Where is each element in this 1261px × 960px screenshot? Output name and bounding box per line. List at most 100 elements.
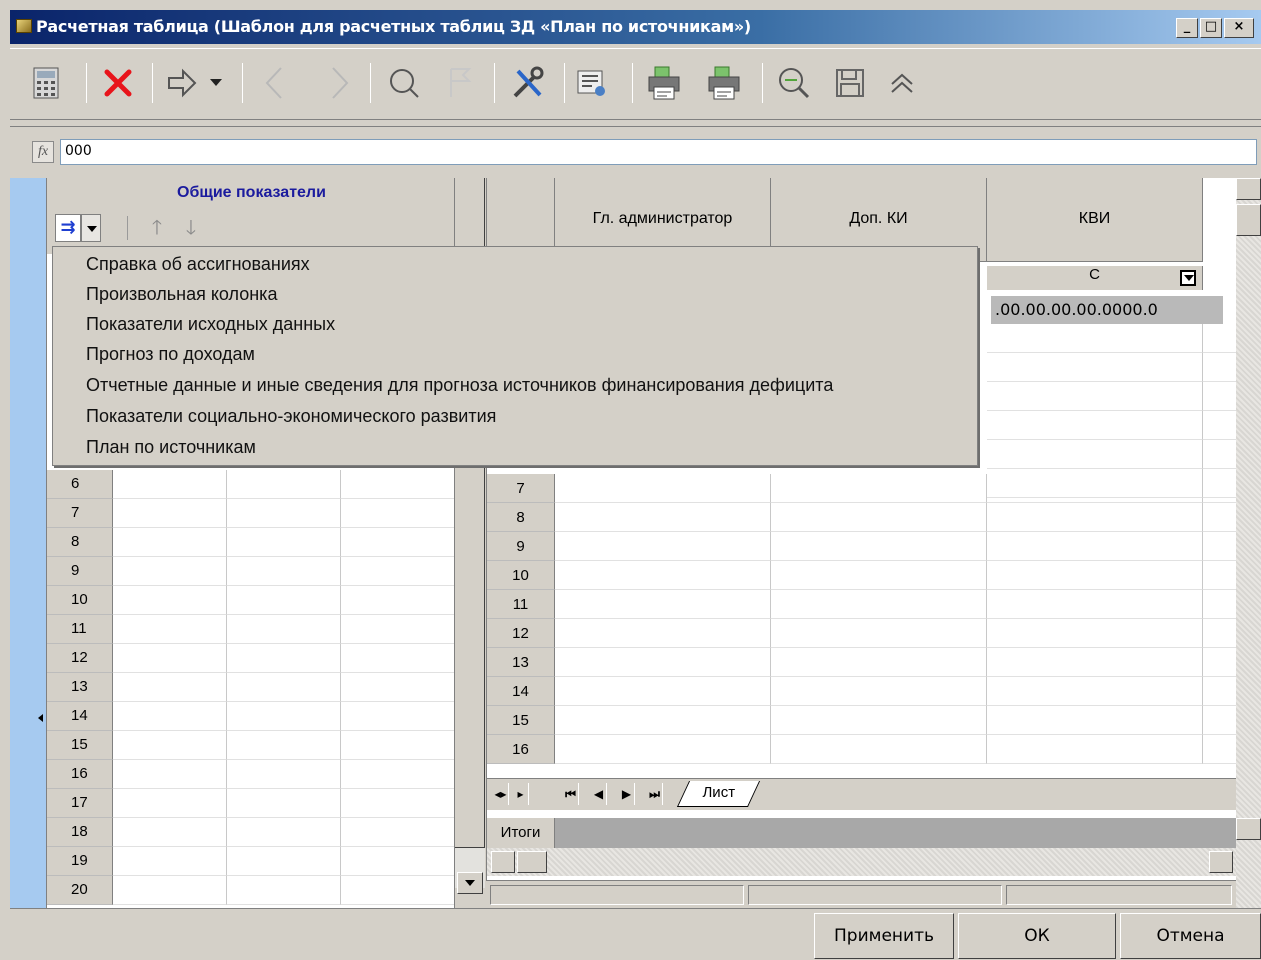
grid-cell[interactable] — [113, 876, 227, 905]
sheet-tab[interactable]: Лист — [676, 781, 760, 807]
grid-cell[interactable] — [771, 561, 987, 590]
grid-cell[interactable] — [987, 532, 1203, 561]
grid-cell[interactable] — [987, 677, 1203, 706]
prev-icon[interactable] — [252, 61, 296, 105]
add-column-button[interactable]: ⇉ — [55, 214, 81, 242]
grid-cell[interactable] — [1203, 503, 1237, 532]
next-icon[interactable] — [318, 61, 362, 105]
grid-cell[interactable] — [113, 760, 227, 789]
grid-cell[interactable] — [341, 789, 455, 818]
grid-cell[interactable] — [771, 590, 987, 619]
tools-icon[interactable] — [506, 61, 550, 105]
grid-cell[interactable] — [771, 735, 987, 764]
grid-cell[interactable] — [341, 702, 455, 731]
delete-icon[interactable] — [96, 61, 140, 105]
row-number[interactable]: 12 — [47, 644, 113, 673]
first-sheet-icon[interactable]: ⏮ — [563, 783, 579, 805]
grid-cell[interactable] — [771, 474, 987, 503]
row-number[interactable]: 11 — [47, 615, 113, 644]
last-sheet-icon[interactable]: ⏭ — [647, 783, 663, 805]
grid-cell[interactable] — [987, 590, 1203, 619]
column-subheader-c[interactable]: С — [987, 266, 1203, 290]
grid-cell[interactable] — [771, 619, 987, 648]
grid-cell[interactable] — [555, 735, 771, 764]
grid-cell[interactable] — [1203, 532, 1237, 561]
grid-cell[interactable] — [1203, 353, 1237, 382]
prev-sheet-icon[interactable]: ◀ — [591, 783, 607, 805]
scroll-thumb[interactable] — [517, 851, 547, 873]
right-vertical-scrollbar[interactable] — [1236, 178, 1261, 908]
grid-cell[interactable] — [227, 818, 341, 847]
scroll-up-button[interactable] — [1236, 178, 1261, 200]
grid-cell[interactable] — [227, 528, 341, 557]
grid-cell[interactable] — [341, 470, 455, 499]
grid-cell[interactable] — [987, 706, 1203, 735]
menu-item-source-plan[interactable]: План по источникам — [53, 432, 977, 462]
grid-cell[interactable] — [987, 324, 1203, 353]
row-number[interactable]: 14 — [487, 677, 555, 706]
grid-cell[interactable] — [1203, 677, 1237, 706]
grid-cell[interactable] — [227, 615, 341, 644]
row-number[interactable]: 10 — [487, 561, 555, 590]
menu-item-income-forecast[interactable]: Прогноз по доходам — [53, 339, 977, 369]
grid-cell[interactable] — [1203, 561, 1237, 590]
grid-cell[interactable] — [341, 557, 455, 586]
grid-cell[interactable] — [987, 382, 1203, 411]
scroll-right-icon[interactable]: ▸ — [513, 783, 529, 805]
grid-cell[interactable] — [555, 706, 771, 735]
grid-cell[interactable] — [227, 586, 341, 615]
scroll-down-button[interactable] — [1236, 818, 1261, 840]
forward-icon[interactable] — [160, 61, 204, 105]
scroll-down-icon[interactable] — [457, 872, 483, 894]
grid-cell[interactable] — [987, 648, 1203, 677]
expand-arrow-icon[interactable] — [38, 714, 43, 722]
grid-cell[interactable] — [227, 789, 341, 818]
calculator-icon[interactable] — [24, 61, 68, 105]
row-number[interactable]: 12 — [487, 619, 555, 648]
row-number[interactable]: 15 — [47, 731, 113, 760]
grid-cell[interactable] — [227, 876, 341, 905]
search-icon[interactable] — [382, 61, 426, 105]
close-button[interactable]: × — [1224, 18, 1254, 38]
maximize-button[interactable]: □ — [1200, 18, 1222, 38]
grid-cell[interactable] — [341, 644, 455, 673]
print-preview-icon[interactable] — [702, 61, 746, 105]
row-number[interactable]: 7 — [47, 499, 113, 528]
grid-cell[interactable] — [341, 586, 455, 615]
grid-cell[interactable] — [341, 731, 455, 760]
grid-cell[interactable] — [555, 532, 771, 561]
grid-cell[interactable] — [113, 847, 227, 876]
row-number[interactable]: 17 — [47, 789, 113, 818]
scroll-left-icon[interactable]: ◂▸ — [493, 783, 509, 805]
menu-item-socioeconomic-indicators[interactable]: Показатели социально-экономического разв… — [53, 401, 977, 431]
grid-cell[interactable] — [341, 876, 455, 905]
grid-cell[interactable] — [113, 702, 227, 731]
grid-cell[interactable] — [771, 532, 987, 561]
ok-button[interactable]: ОК — [958, 913, 1116, 959]
row-number[interactable]: 20 — [47, 876, 113, 905]
print-icon[interactable] — [642, 61, 686, 105]
grid-cell[interactable] — [113, 470, 227, 499]
grid-cell[interactable] — [1203, 590, 1237, 619]
grid-cell[interactable] — [771, 706, 987, 735]
row-number[interactable]: 6 — [47, 470, 113, 499]
row-number[interactable]: 8 — [487, 503, 555, 532]
grid-cell[interactable] — [227, 673, 341, 702]
row-number[interactable]: 16 — [487, 735, 555, 764]
row-number[interactable]: 14 — [47, 702, 113, 731]
grid-cell[interactable] — [113, 673, 227, 702]
grid-cell[interactable] — [341, 847, 455, 876]
grid-cell[interactable] — [987, 469, 1203, 498]
save-icon[interactable] — [828, 61, 872, 105]
grid-cell[interactable] — [113, 789, 227, 818]
grid-cell[interactable] — [1203, 735, 1237, 764]
collapse-icon[interactable] — [880, 61, 924, 105]
menu-item-source-data-indicators[interactable]: Показатели исходных данных — [53, 309, 977, 339]
grid-cell[interactable] — [1203, 324, 1237, 353]
grid-cell[interactable] — [113, 615, 227, 644]
grid-cell[interactable] — [341, 615, 455, 644]
move-down-icon[interactable]: 🡓 — [181, 214, 201, 242]
grid-cell[interactable] — [1203, 382, 1237, 411]
menu-item-allocation-certificate[interactable]: Справка об ассигнованиях — [53, 249, 977, 279]
row-number[interactable]: 13 — [487, 648, 555, 677]
